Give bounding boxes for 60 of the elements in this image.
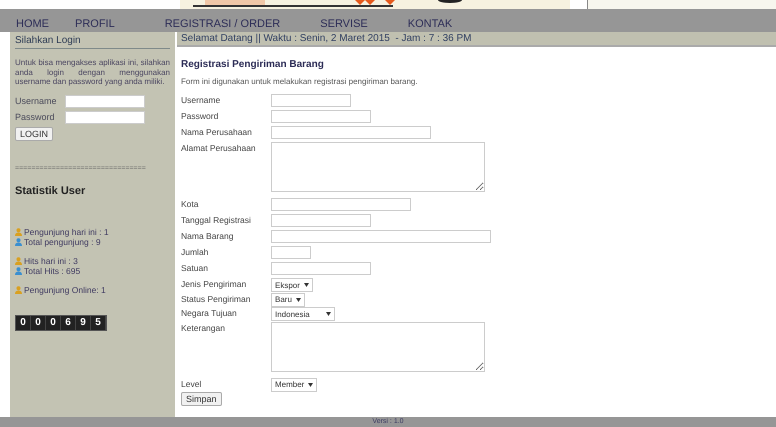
select-field[interactable]: Ekspor: [271, 278, 313, 292]
counter-digit: 0: [16, 316, 31, 330]
stats-title: Statistik User: [15, 184, 86, 197]
input-field[interactable]: [65, 94, 145, 108]
stat-text: Total pengunjung : 9: [24, 236, 101, 247]
input-field[interactable]: [271, 262, 371, 275]
text-area[interactable]: [271, 142, 485, 192]
input-field[interactable]: [65, 110, 145, 124]
select-field[interactable]: Indonesia: [271, 307, 335, 321]
nav-link[interactable]: HOME: [16, 18, 49, 30]
field-label: Keterangan: [181, 322, 226, 332]
input-field[interactable]: [271, 230, 491, 243]
login-intro: Untuk bisa mengakses aplikasi ini, silahkan anda login dengan menggunakan username dan password yang anda miliki.: [15, 58, 170, 87]
field-label: Status Pengiriman: [181, 292, 252, 304]
field-label: Nama Barang: [181, 230, 234, 241]
sidebar-title: Silahkan Login: [15, 34, 170, 49]
input-field[interactable]: [271, 198, 411, 211]
input-field[interactable]: [271, 126, 431, 139]
caret-icon: [326, 312, 331, 316]
counter-digit: 0: [31, 316, 46, 330]
nav-link[interactable]: REGISTRASI / ORDER: [164, 18, 280, 30]
form-description: Form ini digunakan untuk melakukan registrasi pengiriman barang.: [181, 77, 419, 86]
caret-icon: [308, 382, 314, 386]
text-area[interactable]: [271, 322, 485, 372]
field-label: Tanggal Registrasi: [181, 214, 252, 225]
stat-text: Total Hits : 695: [24, 266, 80, 276]
stat-text: Hits hari ini : 3: [24, 256, 78, 266]
field-label: Username: [181, 94, 222, 105]
field-label: Password: [181, 110, 220, 121]
select-field[interactable]: Baru: [271, 292, 305, 306]
field-label: Jumlah: [181, 246, 210, 257]
login-button[interactable]: LOGIN: [15, 126, 54, 141]
nav-link[interactable]: KONTAK: [408, 18, 452, 30]
input-field[interactable]: [271, 110, 371, 123]
nav-link[interactable]: PROFIL: [75, 18, 115, 30]
welcome-bar: Selamat Datang || Waktu : Senin, 2 Maret 2015 - Jam : 7 : 36 PM: [177, 32, 776, 47]
counter-digit: 0: [46, 316, 61, 330]
field-label: Kota: [181, 198, 200, 209]
field-label: Level: [181, 378, 202, 388]
stat-text: Pengunjung hari ini : 1: [24, 226, 109, 237]
field-label: Username: [15, 96, 58, 106]
field-label: Alamat Perusahaan: [181, 142, 257, 153]
input-field[interactable]: [271, 214, 371, 227]
field-label: Negara Tujuan: [181, 307, 238, 318]
caret-icon: [296, 298, 301, 302]
counter-digit: 6: [61, 316, 76, 330]
caret-icon: [304, 283, 309, 287]
save-button[interactable]: Simpan: [181, 392, 222, 406]
counter-digit: 5: [91, 316, 106, 330]
nav-link[interactable]: SERVISE: [320, 18, 368, 30]
form-title: Registrasi Pengiriman Barang: [181, 59, 325, 70]
counter-digit: 9: [76, 316, 91, 330]
field-label: Nama Perusahaan: [181, 126, 253, 137]
field-label: Password: [15, 112, 56, 122]
field-label: Jenis Pengiriman: [181, 278, 248, 289]
input-field[interactable]: [271, 94, 351, 107]
select-field[interactable]: Member: [271, 378, 318, 392]
input-field[interactable]: [271, 246, 311, 259]
field-label: Satuan: [181, 262, 209, 273]
stat-text: Pengunjung Online: 1: [24, 284, 106, 295]
